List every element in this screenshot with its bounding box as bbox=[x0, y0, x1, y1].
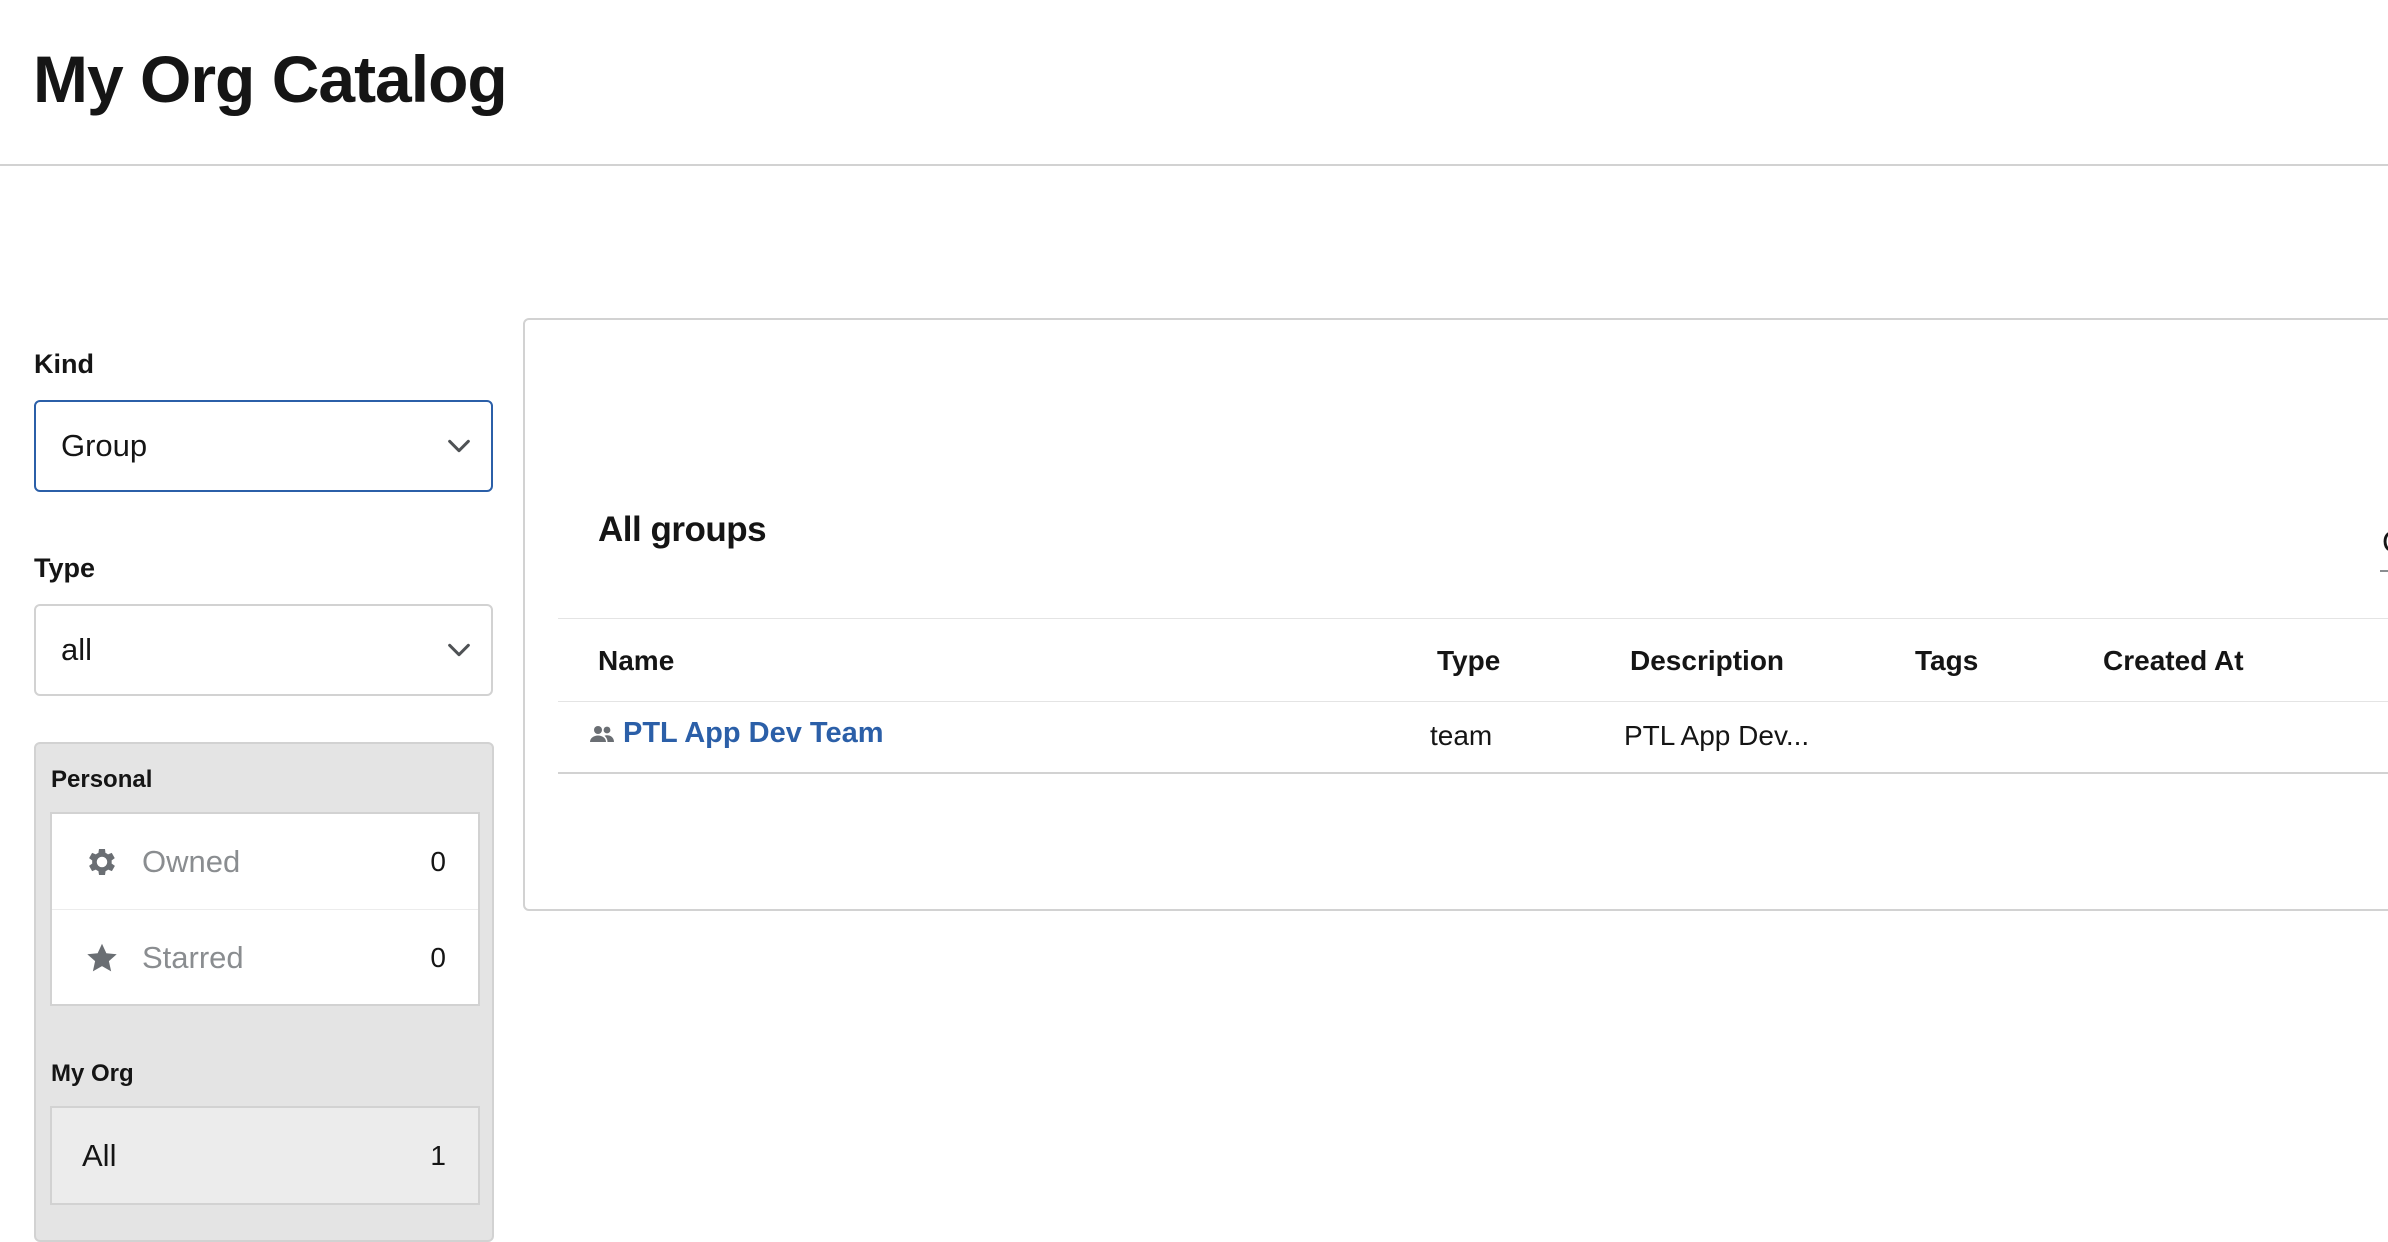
owned-count: 0 bbox=[430, 846, 446, 877]
type-select-value: all bbox=[61, 632, 93, 667]
owned-label: Owned bbox=[142, 844, 241, 879]
cell-description: PTL App Dev... bbox=[1624, 720, 1810, 751]
column-header-type[interactable]: Type bbox=[1437, 645, 1500, 677]
column-header-name[interactable]: Name bbox=[598, 645, 674, 677]
table-title: All groups bbox=[598, 510, 767, 549]
page-title: My Org Catalog bbox=[33, 42, 508, 116]
kind-select-value: Group bbox=[61, 428, 148, 463]
column-header-description[interactable]: Description bbox=[1630, 645, 1784, 677]
chevron-down-icon bbox=[448, 439, 470, 453]
org-menu: All 1 bbox=[50, 1106, 480, 1205]
group-name-link: PTL App Dev Team bbox=[623, 717, 884, 749]
personal-group-label: Personal bbox=[51, 766, 153, 793]
entity-table-card: All groups C Name Type Description Tags … bbox=[523, 318, 2388, 911]
table-search-partial-text: C bbox=[2382, 524, 2388, 560]
type-select[interactable]: all bbox=[34, 604, 493, 696]
personal-menu: Owned 0 Starred 0 bbox=[50, 812, 480, 1006]
table-top-divider bbox=[558, 618, 2388, 619]
cell-type: team bbox=[1430, 720, 1493, 751]
starred-label: Starred bbox=[142, 940, 244, 975]
star-icon bbox=[87, 943, 117, 972]
gear-icon bbox=[89, 848, 115, 876]
chevron-down-icon bbox=[448, 643, 470, 657]
starred-filter-item[interactable]: Starred 0 bbox=[52, 909, 478, 1004]
table-search-input[interactable]: C bbox=[2380, 516, 2388, 572]
group-icon bbox=[590, 725, 614, 742]
owned-filter-item[interactable]: Owned 0 bbox=[52, 814, 478, 909]
my-org-group-label: My Org bbox=[51, 1060, 134, 1087]
row-bottom-divider bbox=[558, 772, 2388, 774]
page-header: My Org Catalog bbox=[0, 0, 2388, 166]
header-row-divider bbox=[558, 701, 2388, 702]
column-header-created-at[interactable]: Created At bbox=[2103, 645, 2244, 677]
column-header-tags[interactable]: Tags bbox=[1915, 645, 1978, 677]
all-count: 1 bbox=[430, 1140, 446, 1171]
starred-count: 0 bbox=[430, 942, 446, 973]
all-label: All bbox=[82, 1138, 117, 1173]
user-list-picker: Personal Owned 0 Starred 0 My Org All 1 bbox=[34, 742, 494, 1242]
kind-filter-label: Kind bbox=[34, 349, 94, 379]
kind-select[interactable]: Group bbox=[34, 400, 493, 492]
all-filter-item[interactable]: All 1 bbox=[52, 1108, 478, 1203]
type-filter-label: Type bbox=[34, 553, 96, 583]
group-link-ptl-app-dev-team[interactable]: PTL App Dev Team bbox=[589, 717, 884, 750]
